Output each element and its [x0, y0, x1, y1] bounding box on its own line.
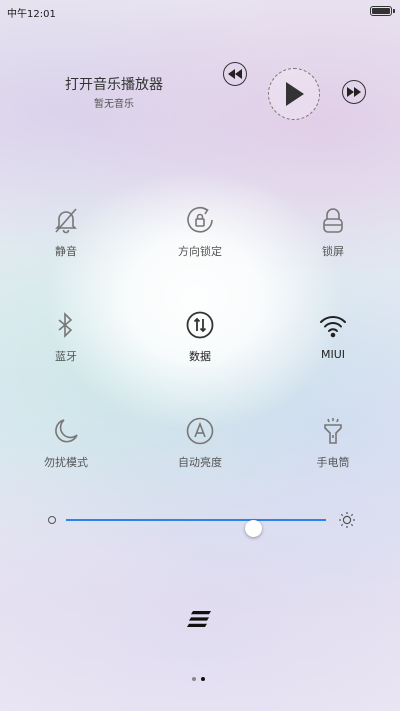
- toggle-label: 蓝牙: [55, 350, 77, 363]
- play-icon: [286, 82, 304, 106]
- toggle-lock-screen[interactable]: 锁屏: [288, 205, 378, 259]
- toggle-wifi[interactable]: MIUI: [288, 310, 378, 361]
- brightness-slider[interactable]: [44, 510, 356, 537]
- status-time: 中午12:01: [7, 9, 56, 20]
- menu-icon[interactable]: [187, 611, 213, 627]
- toggle-mobile-data[interactable]: 数据: [155, 310, 245, 364]
- brightness-low-icon: [48, 516, 56, 524]
- toggle-mute[interactable]: 静音: [21, 205, 111, 259]
- flashlight-icon: [324, 418, 342, 444]
- player-subtitle: 暂无音乐: [94, 99, 134, 110]
- play-button[interactable]: [268, 68, 320, 120]
- toggle-bluetooth[interactable]: 蓝牙: [21, 310, 111, 364]
- status-bar: 中午12:01: [0, 0, 400, 22]
- toggle-label: MIUI: [320, 348, 346, 361]
- rotation-lock-icon: [187, 206, 213, 233]
- lock-icon: [323, 208, 343, 233]
- rewind-icon: [228, 69, 242, 79]
- page-dot[interactable]: [192, 677, 196, 681]
- player-title[interactable]: 打开音乐播放器: [65, 74, 163, 94]
- toggle-label: 数据: [189, 350, 211, 363]
- brightness-high-icon: [339, 512, 355, 528]
- bell-muted-icon: [55, 208, 77, 234]
- page-indicator: [192, 677, 205, 681]
- toggle-label: 静音: [55, 245, 77, 258]
- toggle-label: 勿扰模式: [44, 456, 88, 469]
- toggle-do-not-disturb[interactable]: 勿扰模式: [21, 416, 111, 470]
- brightness-thumb[interactable]: [244, 520, 262, 537]
- brightness-track[interactable]: [66, 519, 326, 537]
- toggle-label: 自动亮度: [178, 456, 222, 469]
- next-track-button[interactable]: [342, 80, 366, 104]
- wifi-icon: [320, 316, 346, 338]
- toggle-rotation-lock[interactable]: 方向锁定: [155, 205, 245, 259]
- toggle-flashlight[interactable]: 手电筒: [288, 416, 378, 470]
- auto-brightness-icon: [186, 417, 214, 445]
- moon-icon: [55, 419, 78, 443]
- bluetooth-icon: [58, 312, 73, 338]
- toggle-label: 手电筒: [316, 456, 350, 469]
- battery-icon: [370, 6, 395, 16]
- toggle-label: 锁屏: [322, 245, 344, 258]
- page-dot-active[interactable]: [201, 677, 205, 681]
- mobile-data-icon: [186, 311, 214, 339]
- toggle-auto-brightness[interactable]: 自动亮度: [155, 416, 245, 470]
- toggle-label: 方向锁定: [178, 245, 222, 258]
- fast-forward-icon: [347, 87, 361, 97]
- previous-track-button[interactable]: [223, 62, 247, 86]
